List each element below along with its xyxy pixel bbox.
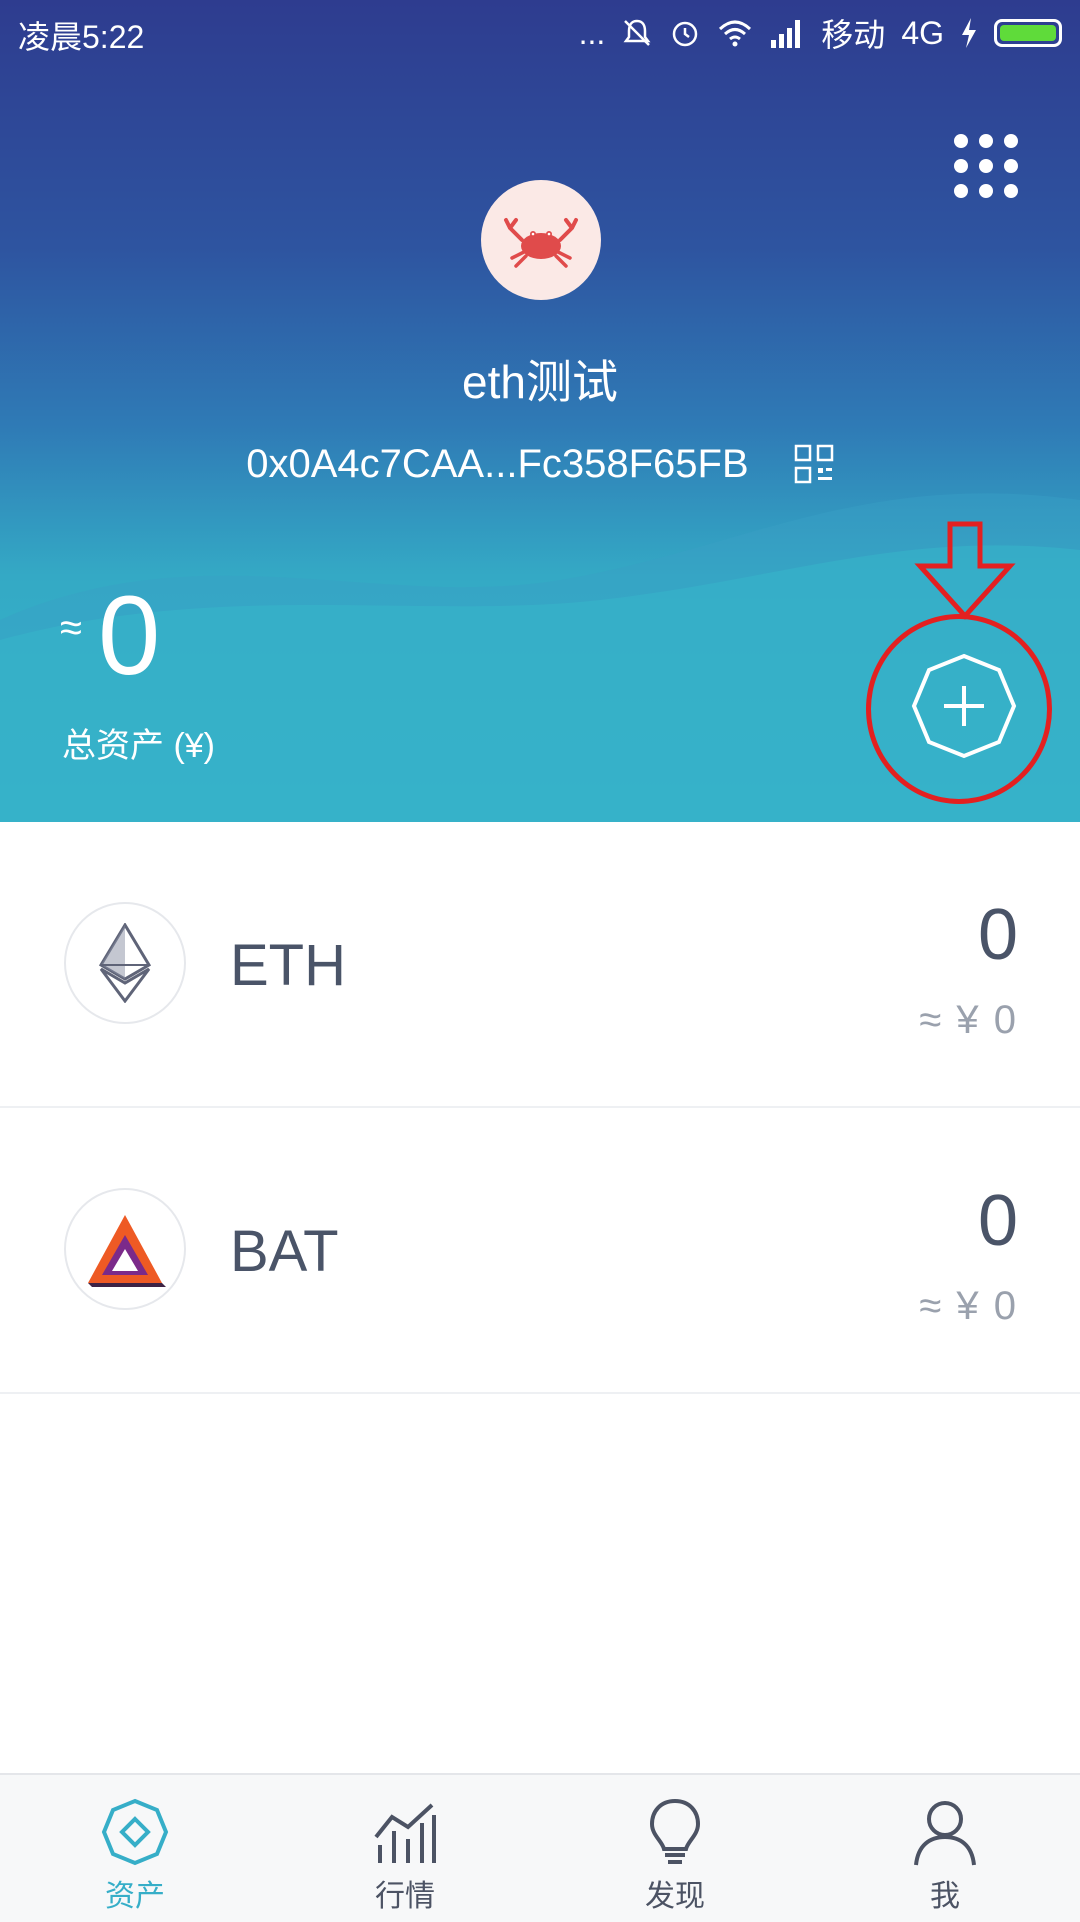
charging-icon xyxy=(962,18,976,48)
qr-code-icon[interactable] xyxy=(794,444,834,484)
token-row-bat[interactable]: BAT 0 ≈ ¥ 0 xyxy=(0,1108,1080,1394)
menu-grid-icon[interactable] xyxy=(954,134,1018,198)
status-time: 凌晨5:22 xyxy=(18,19,145,55)
annotation-arrow xyxy=(914,521,1016,620)
battery-icon xyxy=(994,19,1062,47)
tab-label: 资产 xyxy=(105,1880,165,1913)
token-list: ETH 0 ≈ ¥ 0 BAT 0 ≈ ¥ 0 xyxy=(0,822,1080,1394)
carrier-label: 移动 xyxy=(821,17,886,53)
add-token-button[interactable] xyxy=(910,652,1018,760)
network-type: 4G xyxy=(901,14,944,51)
status-bar: 凌晨5:22 ... 移动 4G xyxy=(0,0,1080,64)
ethereum-icon xyxy=(64,902,186,1024)
tab-discover[interactable]: 发现 xyxy=(540,1775,810,1922)
token-amount: 0 xyxy=(977,895,1018,975)
signal-icon xyxy=(771,20,801,48)
tab-assets[interactable]: 资产 xyxy=(0,1775,270,1922)
lightbulb-icon xyxy=(649,1798,701,1864)
market-chart-icon xyxy=(374,1803,436,1863)
status-icons: ... 移动 4G xyxy=(579,10,1062,56)
bat-icon xyxy=(64,1188,186,1310)
tab-label: 行情 xyxy=(375,1880,435,1913)
token-fiat-value: ≈ ¥ 0 xyxy=(919,998,1018,1042)
total-assets-value: 0 xyxy=(97,573,161,698)
address-row[interactable]: 0x0A4c7CAA...Fc358F65FB xyxy=(0,440,1080,487)
tab-label: 发现 xyxy=(645,1880,705,1913)
total-assets-label: 总资产 (¥) xyxy=(62,727,215,765)
token-symbol: ETH xyxy=(230,933,346,998)
tab-label: 我 xyxy=(930,1880,960,1913)
bottom-tab-bar: 资产 行情 发现 我 xyxy=(0,1773,1080,1922)
wallet-name: eth测试 xyxy=(462,356,618,408)
total-assets: ≈0 xyxy=(60,580,160,692)
alarm-icon xyxy=(673,21,698,47)
token-symbol: BAT xyxy=(230,1219,339,1284)
tab-me[interactable]: 我 xyxy=(810,1775,1080,1922)
tab-market[interactable]: 行情 xyxy=(270,1775,540,1922)
assets-icon xyxy=(101,1798,169,1866)
mute-bell-icon xyxy=(623,19,651,46)
crab-icon xyxy=(504,218,578,268)
token-amount: 0 xyxy=(977,1181,1018,1261)
wallet-header: 凌晨5:22 ... 移动 4G eth测试 0x0A4c7CAA...Fc35… xyxy=(0,0,1080,822)
person-icon xyxy=(914,1801,976,1866)
approx-symbol: ≈ xyxy=(60,606,82,650)
wallet-address[interactable]: 0x0A4c7CAA...Fc358F65FB xyxy=(246,442,748,487)
wallet-avatar[interactable] xyxy=(481,180,601,300)
token-row-eth[interactable]: ETH 0 ≈ ¥ 0 xyxy=(0,822,1080,1108)
token-fiat-value: ≈ ¥ 0 xyxy=(919,1284,1018,1328)
wifi-icon xyxy=(719,20,752,47)
notification-dots: ... xyxy=(578,14,606,51)
